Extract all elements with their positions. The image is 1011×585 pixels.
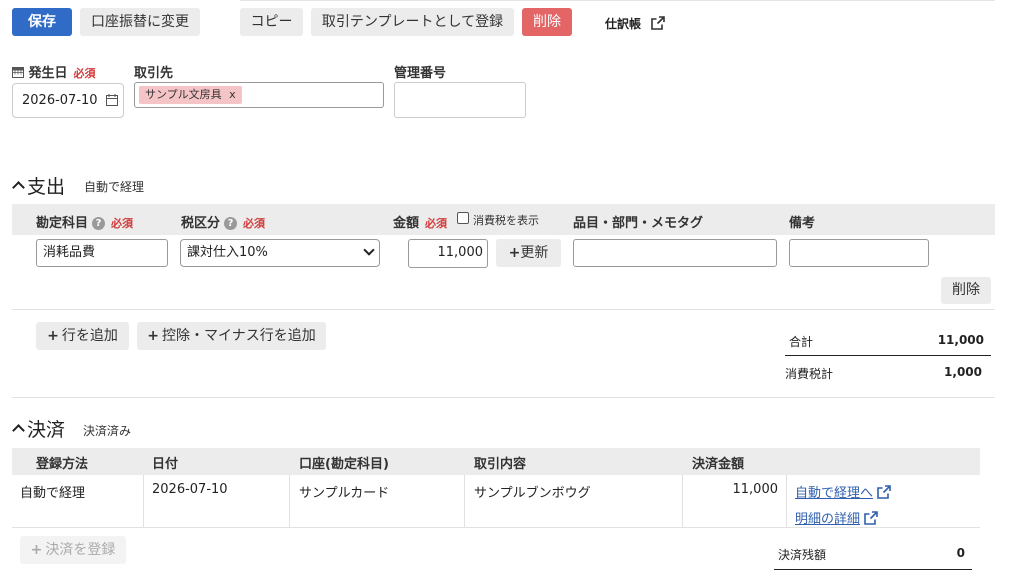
partner-input[interactable]: サンプル文房具 x [134,82,384,108]
total-value: 11,000 [937,333,984,347]
chevron-down-icon [363,244,375,256]
column-divider [143,475,144,527]
tax-select-value: 課対仕入10% [187,245,268,260]
divider [12,309,995,310]
settle-account: サンプルカード [299,486,390,501]
journal-link-label: 仕訳帳 [605,17,642,31]
save-button[interactable]: 保存 [12,8,72,36]
help-icon[interactable]: ? [224,217,238,230]
date-picker-icon[interactable] [106,94,118,110]
item-header: 品目・部門・メモタグ [573,216,704,231]
required-badge: 必須 [425,217,448,230]
issue-date-value: 2026-07-10 [22,93,98,108]
tax-header-label: 税区分 [181,216,221,231]
external-link-icon [864,510,878,529]
help-icon[interactable]: ? [92,217,106,230]
divider [12,397,995,398]
tax-total-value: 1,000 [944,365,982,379]
partner-tag-label: サンプル文房具 [145,88,222,101]
settle-amount-header: 決済金額 [692,457,745,472]
required-badge: 必須 [111,217,134,230]
plus-icon: + [508,245,521,261]
calendar-icon [12,66,29,81]
settlement-subtitle: 決済済み [83,424,132,438]
amount-input[interactable]: 11,000 [408,239,488,268]
plus-icon: + [30,542,43,558]
tax-header: 税区分? 必須 [181,212,265,231]
detail-link-label[interactable]: 明細の詳細 [795,512,860,527]
settle-account-header: 口座(勘定科目) [299,457,389,472]
note-input[interactable] [789,239,929,267]
journal-link[interactable]: 仕訳帳 [605,15,666,33]
add-minus-row-button[interactable]: + 控除・マイナス行を追加 [137,322,326,350]
note-header: 備考 [789,216,816,231]
auto-accounting-link-label[interactable]: 自動で経理へ [795,486,873,501]
mgmt-no-input[interactable] [394,82,526,118]
settle-date: 2026-07-10 [152,482,228,497]
account-header: 勘定科目? 必須 [36,212,133,231]
delete-button[interactable]: 削除 [522,8,572,36]
balance-label: 決済残額 [778,548,827,562]
required-badge: 必須 [73,67,96,80]
mgmt-no-label: 管理番号 [394,66,447,81]
content-header: 取引内容 [474,457,527,472]
add-row-button[interactable]: + 行を追加 [36,322,129,350]
plus-icon: + [47,328,59,344]
delete-row-button[interactable]: 削除 [941,277,991,304]
total-label: 合計 [789,335,814,349]
partner-label: 取引先 [134,66,174,81]
settle-method: 自動で経理 [20,486,86,501]
register-template-button[interactable]: 取引テンプレートとして登録 [311,8,514,36]
settle-amount: 11,000 [732,482,779,497]
convert-transfer-button[interactable]: 口座振替に変更 [80,8,200,36]
account-input[interactable]: 消耗品費 [36,239,168,267]
update-button-label: 更新 [520,245,549,261]
column-divider [786,475,787,527]
column-divider [464,475,465,527]
settle-content: サンプルブンボウグ [474,486,591,501]
tax-select[interactable]: 課対仕入10% [180,239,380,267]
update-button[interactable]: +更新 [496,239,561,267]
issue-date-label-text: 発生日 [28,66,68,81]
auto-accounting-link[interactable]: 自動で経理へ [795,482,891,503]
external-link-icon [651,16,666,33]
amount-header: 金額 必須 [393,212,447,231]
add-settlement-button[interactable]: + 決済を登録 [20,536,126,564]
show-tax-label: 消費税を表示 [473,214,539,227]
partner-tag-remove[interactable]: x [229,88,236,101]
add-row-label: 行を追加 [61,328,118,344]
required-badge: 必須 [243,217,266,230]
tax-total-label: 消費税計 [785,367,834,381]
detail-link[interactable]: 明細の詳細 [795,508,878,529]
expense-title: 支出 [27,176,66,198]
show-tax-checkbox[interactable] [457,212,469,224]
date-header: 日付 [152,457,179,472]
divider [12,527,980,528]
top-divider [240,0,995,1]
column-divider [682,475,683,527]
partner-tag: サンプル文房具 x [139,86,242,104]
plus-icon: + [147,328,159,344]
item-input[interactable] [573,239,777,267]
copy-button[interactable]: コピー [240,8,303,36]
method-header: 登録方法 [36,457,89,472]
balance-underline [774,569,972,570]
collapse-expense-icon[interactable] [12,181,25,194]
column-divider [289,475,290,527]
balance-value: 0 [956,546,965,560]
settlement-title: 決済 [27,419,66,441]
issue-date-label: 発生日 必須 [12,62,96,81]
amount-header-label: 金額 [393,216,420,231]
add-settlement-label: 決済を登録 [45,542,116,558]
collapse-settlement-icon[interactable] [12,424,25,437]
issue-date-input[interactable]: 2026-07-10 [12,83,124,118]
add-minus-row-label: 控除・マイナス行を追加 [162,328,316,344]
account-header-label: 勘定科目 [36,216,89,231]
total-underline [785,355,991,356]
expense-subtitle: 自動で経理 [84,180,145,194]
external-link-icon [877,484,891,503]
show-tax-checkbox-wrap: 消費税を表示 [457,212,539,228]
